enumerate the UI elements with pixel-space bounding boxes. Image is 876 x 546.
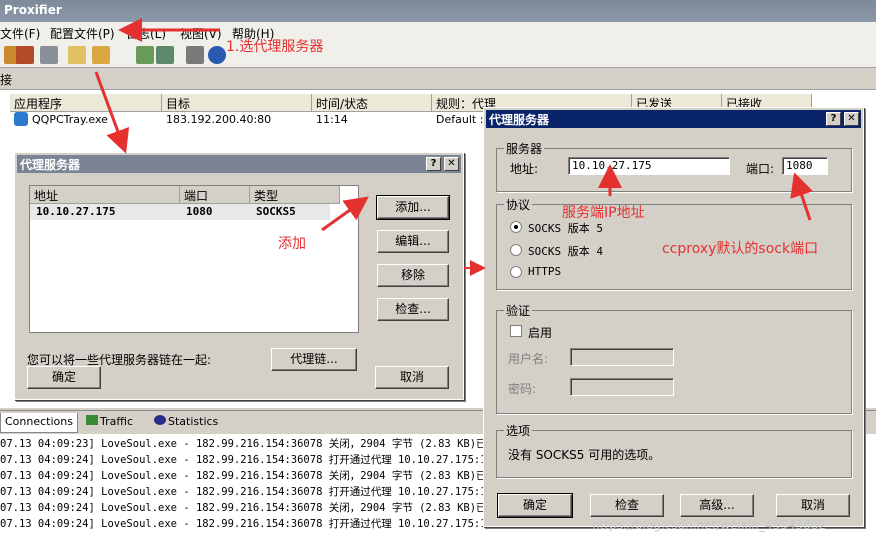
- arrow-to-dialog: [94, 71, 130, 154]
- arrow-to-port: [790, 172, 814, 221]
- watermark: https://blog.csdn.net/weixin_43543882: [592, 518, 827, 532]
- annotation-step1: 1.选代理服务器: [226, 39, 324, 55]
- annotation-add: 添加: [278, 236, 306, 252]
- annotation-arrows: [94, 18, 814, 276]
- annotation-port: ccproxy默认的sock端口: [662, 241, 819, 257]
- arrow-to-add: [321, 196, 369, 232]
- annotation-server-ip: 服务端IP地址: [562, 205, 645, 221]
